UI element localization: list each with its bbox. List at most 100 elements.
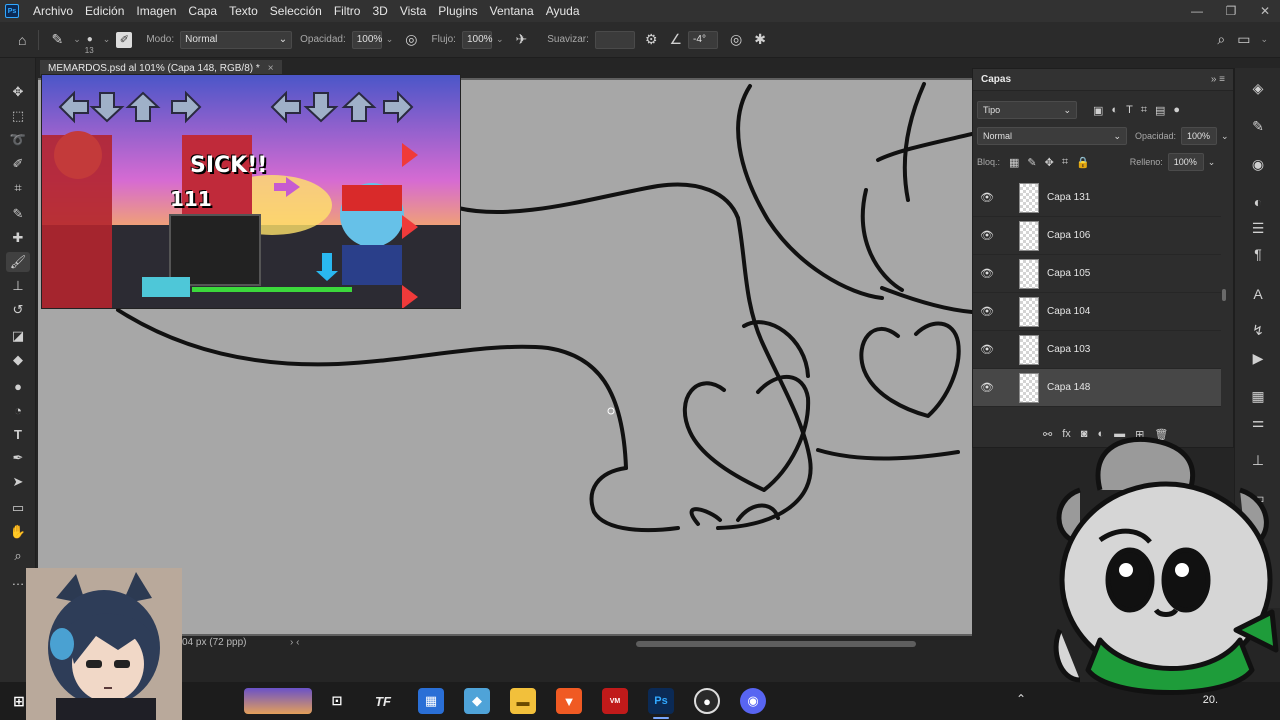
brush-tool-icon[interactable]: 🖌 xyxy=(6,252,30,272)
layer-row-selected[interactable]: 👁 Capa 148 xyxy=(973,369,1221,407)
chevron-down-icon[interactable]: ⌄ xyxy=(73,34,81,45)
airbrush-icon[interactable]: ✈ xyxy=(516,31,528,48)
pressure-size-icon[interactable]: ◎ xyxy=(730,31,742,48)
lock-artboard-icon[interactable]: ⌗ xyxy=(1062,156,1068,169)
tf-app-icon[interactable]: TF xyxy=(370,688,396,714)
menu-seleccion[interactable]: Selección xyxy=(264,0,328,22)
menu-capa[interactable]: Capa xyxy=(182,0,223,22)
quick-select-tool-icon[interactable]: ✐ xyxy=(6,154,30,174)
layers-panel-title[interactable]: Capas xyxy=(981,74,1011,85)
obs-icon[interactable]: ● xyxy=(694,688,720,714)
dodge-tool-icon[interactable]: ◔ xyxy=(6,400,30,420)
lock-position-icon[interactable]: ✥ xyxy=(1045,156,1054,169)
photoshop-taskbar-icon[interactable]: Ps xyxy=(648,688,674,714)
blur-tool-icon[interactable]: ● xyxy=(6,376,30,396)
calculator-icon[interactable]: ▦ xyxy=(418,688,444,714)
menu-plugins[interactable]: Plugins xyxy=(432,0,483,22)
chevron-down-icon[interactable]: ⌄ xyxy=(1208,157,1216,168)
task-view-icon[interactable]: ⊡ xyxy=(324,688,350,714)
filter-shape-icon[interactable]: ⌗ xyxy=(1141,104,1147,117)
color-icon[interactable]: ◉ xyxy=(1247,154,1269,174)
path-select-icon[interactable]: ➤ xyxy=(6,472,30,492)
menu-texto[interactable]: Texto xyxy=(223,0,264,22)
fill-input[interactable]: 100% xyxy=(1167,153,1204,171)
paint-bucket-icon[interactable]: ◆ xyxy=(6,350,30,370)
lasso-tool-icon[interactable]: ➰ xyxy=(6,130,30,150)
brush-tool-preset-icon[interactable]: ✎ xyxy=(51,31,63,48)
menu-filtro[interactable]: Filtro xyxy=(328,0,367,22)
brush-settings-icon[interactable]: ✎ xyxy=(1247,116,1269,136)
layers-scrollbar[interactable] xyxy=(1221,179,1227,415)
filter-text-icon[interactable]: T xyxy=(1126,104,1133,116)
actions-icon[interactable]: ↯ xyxy=(1247,320,1269,340)
menu-3d[interactable]: 3D xyxy=(366,0,393,22)
notes-app-icon[interactable]: ◆ xyxy=(464,688,490,714)
brave-browser-icon[interactable]: ▼ xyxy=(556,688,582,714)
chevron-down-icon[interactable]: ⌄ xyxy=(103,34,111,45)
minimize-icon[interactable]: — xyxy=(1190,4,1204,18)
history-brush-icon[interactable]: ↺ xyxy=(6,300,30,320)
fnf-game-icon[interactable] xyxy=(244,688,312,714)
angle-input[interactable]: -4° xyxy=(688,30,719,49)
blend-mode-select[interactable]: Normal ⌄ xyxy=(977,127,1127,145)
chevron-down-icon[interactable]: ⌄ xyxy=(386,34,394,45)
smoothing-input[interactable] xyxy=(594,30,635,49)
symmetry-icon[interactable]: ✱ xyxy=(754,31,766,48)
gear-icon[interactable]: ⚙ xyxy=(645,31,658,48)
workspace-icon[interactable]: ▭ xyxy=(1237,31,1250,48)
menu-ayuda[interactable]: Ayuda xyxy=(540,0,586,22)
pen-tool-icon[interactable]: ✒ xyxy=(6,448,30,468)
discord-icon[interactable]: ◉ xyxy=(740,688,766,714)
zoom-tool-icon[interactable]: ⌕ xyxy=(6,546,30,566)
rectangle-tool-icon[interactable]: ▭ xyxy=(6,498,30,518)
menu-ventana[interactable]: Ventana xyxy=(484,0,540,22)
close-icon[interactable]: ✕ xyxy=(1258,4,1272,18)
stamp-tool-icon[interactable]: ⊥ xyxy=(6,276,30,296)
horizontal-scrollbar[interactable] xyxy=(300,638,972,650)
scrollbar-thumb[interactable] xyxy=(636,641,916,647)
menu-imagen[interactable]: Imagen xyxy=(130,0,182,22)
filter-toggle-icon[interactable]: ● xyxy=(1173,104,1180,116)
layer-row[interactable]: 👁 Capa 106 xyxy=(973,217,1221,255)
file-explorer-icon[interactable]: ▬ xyxy=(510,688,536,714)
menu-archivo[interactable]: Archivo xyxy=(27,0,79,22)
layer-opacity-input[interactable]: 100% xyxy=(1181,127,1218,145)
visibility-eye-icon[interactable]: 👁 xyxy=(973,381,1001,394)
opacity-input[interactable]: 100% xyxy=(351,30,382,49)
layers-icon[interactable]: ◈ xyxy=(1247,78,1269,98)
restore-icon[interactable]: ❐ xyxy=(1224,4,1238,18)
pressure-opacity-icon[interactable]: ◎ xyxy=(405,31,417,48)
paragraph-icon[interactable]: ¶ xyxy=(1247,244,1269,264)
visibility-eye-icon[interactable]: 👁 xyxy=(973,343,1001,356)
play-icon[interactable]: ▶ xyxy=(1247,348,1269,368)
visibility-eye-icon[interactable]: 👁 xyxy=(973,267,1001,280)
lock-all-icon[interactable]: 🔒 xyxy=(1076,156,1090,169)
layer-filter-select[interactable]: Tipo ⌄ xyxy=(977,101,1077,119)
voicemeeter-icon[interactable]: VM xyxy=(602,688,628,714)
grid-icon[interactable]: ▦ xyxy=(1247,386,1269,406)
move-tool-icon[interactable]: ✥ xyxy=(6,82,30,102)
character-icon[interactable]: A xyxy=(1247,284,1269,304)
panel-menu-icon[interactable]: » ≡ xyxy=(1211,74,1225,85)
tray-chevron-up-icon[interactable]: ⌃ xyxy=(1016,692,1026,706)
layer-row[interactable]: 👁 Capa 131 xyxy=(973,179,1221,217)
chevron-down-icon[interactable]: ⌄ xyxy=(1221,131,1229,142)
visibility-eye-icon[interactable]: 👁 xyxy=(973,229,1001,242)
sliders-icon[interactable]: ⚌ xyxy=(1247,412,1269,432)
eraser-tool-icon[interactable]: ◪ xyxy=(6,326,30,346)
eyedropper-tool-icon[interactable]: ✎ xyxy=(6,204,30,224)
angle-icon[interactable]: ∠ xyxy=(669,31,682,48)
photoshop-logo-icon[interactable]: Ps xyxy=(5,4,19,18)
brush-settings-icon[interactable]: ✐ xyxy=(116,31,133,48)
chevron-right-icon[interactable]: › ‹ xyxy=(290,637,299,648)
layer-row[interactable]: 👁 Capa 104 xyxy=(973,293,1221,331)
visibility-eye-icon[interactable]: 👁 xyxy=(973,191,1001,204)
text-tool-icon[interactable]: T xyxy=(6,424,30,444)
close-icon[interactable]: × xyxy=(268,63,274,74)
chevron-down-icon[interactable]: ⌄ xyxy=(1260,34,1268,45)
crop-tool-icon[interactable]: ⌗ xyxy=(6,178,30,198)
search-icon[interactable]: ⌕ xyxy=(1217,31,1225,48)
marquee-tool-icon[interactable]: ⬚ xyxy=(6,106,30,126)
adjustments-icon[interactable]: ◐ xyxy=(1247,192,1269,212)
filter-smart-icon[interactable]: ▤ xyxy=(1155,104,1165,117)
